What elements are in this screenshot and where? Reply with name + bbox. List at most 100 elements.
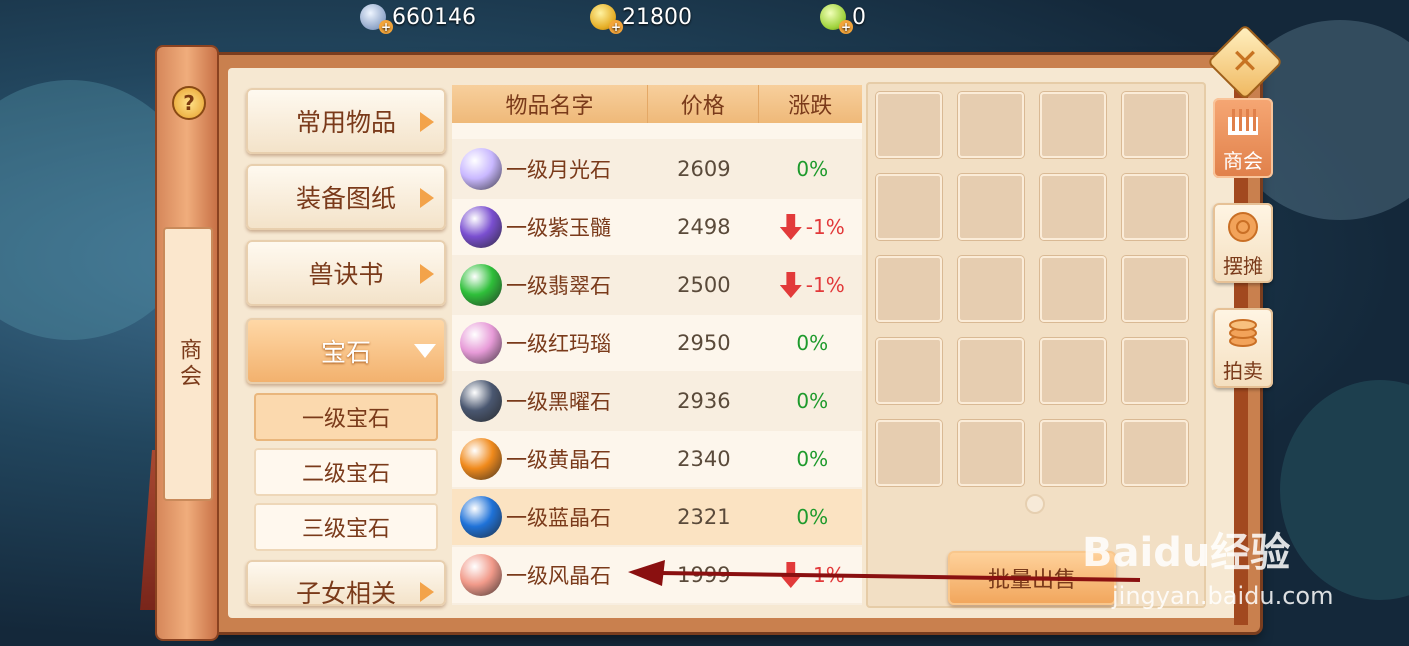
table-row[interactable]: 一级红玛瑙 2950 0% (452, 315, 862, 371)
expand-arrow-icon (420, 188, 434, 208)
gold-amount: 21800 (622, 4, 692, 30)
inventory-slot[interactable] (958, 92, 1024, 158)
table-row[interactable]: 一级黄晶石 2340 0% (452, 431, 862, 487)
expand-arrow-icon (420, 582, 434, 602)
inventory-slot[interactable] (1122, 174, 1188, 240)
subcategory-level1-gems[interactable]: 一级宝石 (254, 393, 438, 441)
price-change-value: 0% (796, 389, 829, 413)
item-name: 一级蓝晶石 (506, 506, 611, 530)
table-row[interactable]: 一级月光石 2609 0% (452, 141, 862, 197)
price-change: -1% (763, 214, 862, 240)
gold-currency[interactable]: 21800 (590, 2, 692, 34)
table-row[interactable]: 一级黑曜石 2936 0% (452, 373, 862, 429)
category-children[interactable]: 子女相关 (246, 560, 446, 606)
gem-icon (460, 148, 502, 190)
tab-auction[interactable]: 拍卖 (1213, 308, 1273, 388)
inventory-slot[interactable] (1040, 338, 1106, 404)
price-change-value: -1% (805, 273, 845, 297)
item-name: 一级月光石 (506, 158, 611, 182)
category-equipment-blueprints[interactable]: 装备图纸 (246, 164, 446, 230)
shop-building-icon (1228, 109, 1258, 135)
inventory-slot[interactable] (1122, 420, 1188, 486)
price-change: 0% (763, 505, 862, 529)
close-icon: ✕ (1230, 42, 1260, 82)
category-label: 装备图纸 (295, 184, 396, 213)
tab-label: 拍卖 (1223, 359, 1263, 383)
item-price: 2340 (677, 447, 731, 471)
inventory-slot[interactable] (1040, 92, 1106, 158)
gem-icon (460, 264, 502, 306)
price-change-value: 0% (796, 505, 829, 529)
table-row[interactable]: 一级翡翠石 2500 -1% (452, 257, 862, 313)
subcategory-label: 三级宝石 (301, 517, 390, 542)
inventory-slot[interactable] (1040, 174, 1106, 240)
panel-title: 商会 (163, 227, 213, 501)
gem-icon (460, 438, 502, 480)
jade-currency[interactable]: 0 (820, 2, 866, 34)
price-change: 0% (763, 389, 862, 413)
page-indicator-dot[interactable] (1025, 494, 1045, 514)
price-change: 0% (763, 447, 862, 471)
item-price: 2500 (677, 273, 731, 297)
collapse-arrow-icon (414, 344, 436, 358)
item-name: 一级风晶石 (506, 564, 611, 588)
inventory-slot[interactable] (958, 256, 1024, 322)
inventory-slot[interactable] (876, 174, 942, 240)
category-label: 兽诀书 (308, 260, 384, 289)
price-change: 0% (763, 157, 862, 181)
inventory-slot[interactable] (958, 174, 1024, 240)
inventory-slot[interactable] (1122, 338, 1188, 404)
category-gems[interactable]: 宝石 (246, 318, 446, 384)
header-item-name: 物品名字 (452, 85, 649, 123)
subcategory-label: 一级宝石 (301, 407, 390, 432)
price-change: -1% (763, 562, 862, 588)
inventory-slot[interactable] (958, 338, 1024, 404)
item-price: 2321 (677, 505, 731, 529)
gold-coin-icon (590, 4, 623, 34)
silver-amount: 660146 (392, 4, 476, 30)
subcategory-level3-gems[interactable]: 三级宝石 (254, 503, 438, 551)
coin-stack-icon (1229, 319, 1257, 347)
price-change-value: -1% (805, 563, 845, 587)
down-arrow-icon (779, 272, 802, 298)
gem-icon (460, 206, 502, 248)
subcategory-label: 二级宝石 (301, 462, 390, 487)
inventory-slot[interactable] (1122, 256, 1188, 322)
gem-icon (460, 554, 502, 596)
inventory-slot[interactable] (1040, 256, 1106, 322)
inventory-slot[interactable] (1122, 92, 1188, 158)
table-row[interactable]: 一级风晶石 1999 -1% (452, 547, 862, 603)
category-beast-skill-books[interactable]: 兽诀书 (246, 240, 446, 306)
price-change-value: -1% (805, 215, 845, 239)
price-change: 0% (763, 331, 862, 355)
background-water (1280, 380, 1409, 600)
inventory-slot[interactable] (876, 338, 942, 404)
subcategory-level2-gems[interactable]: 二级宝石 (254, 448, 438, 496)
category-label: 子女相关 (295, 579, 396, 606)
inventory-slot[interactable] (876, 92, 942, 158)
category-common-items[interactable]: 常用物品 (246, 88, 446, 154)
down-arrow-icon (779, 214, 802, 240)
inventory-slot[interactable] (876, 420, 942, 486)
item-name: 一级红玛瑙 (506, 332, 611, 356)
item-price: 2950 (677, 331, 731, 355)
watermark-url: jingyan.baidu.com (1112, 582, 1334, 610)
tab-chamber-of-commerce[interactable]: 商会 (1213, 98, 1273, 178)
item-name: 一级紫玉髓 (506, 216, 611, 240)
expand-arrow-icon (420, 112, 434, 132)
item-price: 2936 (677, 389, 731, 413)
coins-icon (1228, 212, 1258, 242)
item-price-table[interactable]: 物品名字 价格 涨跌 一级月光石 2609 0% 一级紫玉髓 2498 -1% 一级翡翠石 2… (452, 85, 862, 605)
table-row[interactable]: 一级紫玉髓 2498 -1% (452, 199, 862, 255)
down-arrow-icon (779, 562, 802, 588)
watermark-brand: Baidu经验 (1082, 530, 1291, 576)
inventory-slot[interactable] (876, 256, 942, 322)
tab-stall[interactable]: 摆摊 (1213, 203, 1273, 283)
help-button[interactable]: ? (172, 86, 206, 120)
item-price: 1999 (677, 563, 731, 587)
jade-coin-icon (820, 4, 853, 34)
inventory-slot[interactable] (1040, 420, 1106, 486)
silver-currency[interactable]: 660146 (360, 2, 476, 34)
table-row[interactable]: 一级蓝晶石 2321 0% (452, 489, 862, 545)
inventory-slot[interactable] (958, 420, 1024, 486)
